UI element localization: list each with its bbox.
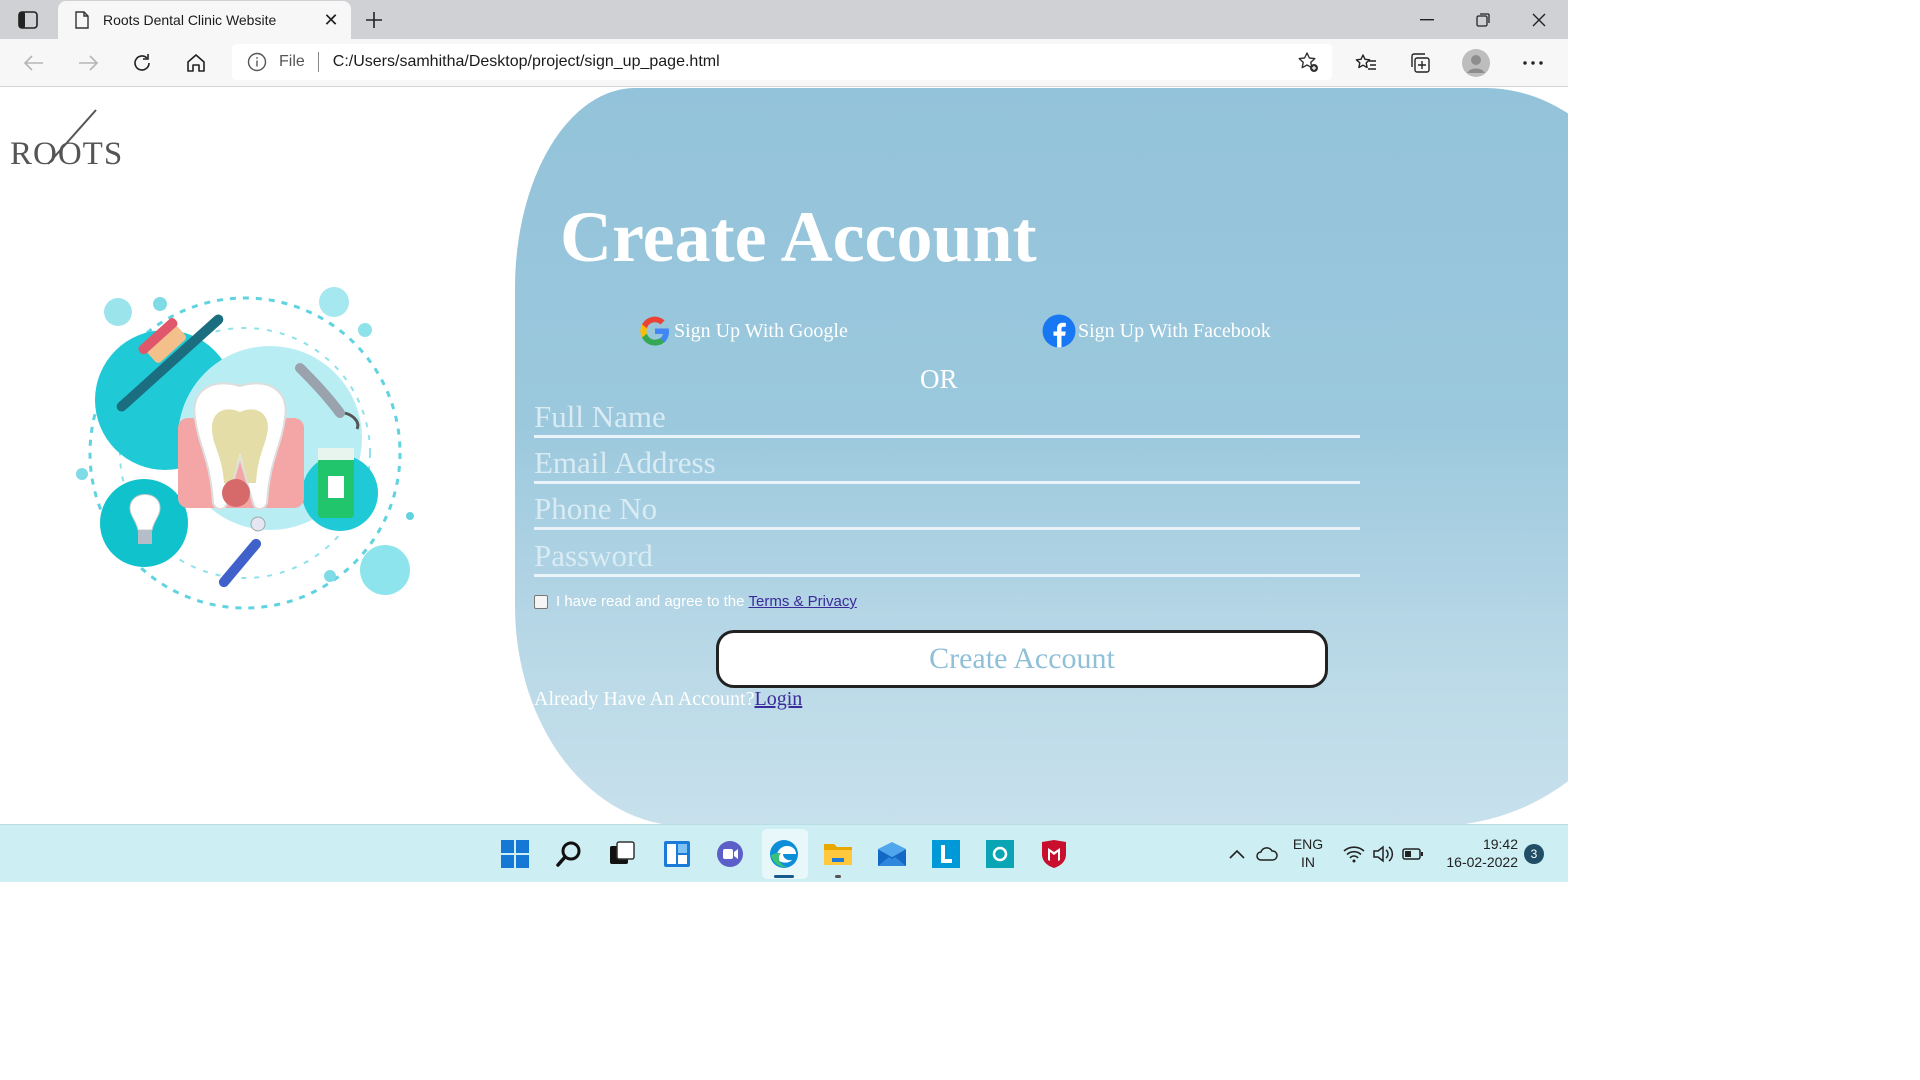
onedrive-icon[interactable]	[1256, 825, 1278, 883]
clock[interactable]: 19:42 16-02-2022	[1436, 835, 1518, 871]
clock-date: 16-02-2022	[1446, 854, 1518, 870]
login-prompt: Already Have An Account?Login	[534, 688, 802, 711]
restore-icon[interactable]	[1455, 0, 1511, 39]
facebook-signup-button[interactable]: Sign Up With Facebook	[1042, 314, 1271, 348]
google-signup-label: Sign Up With Google	[674, 319, 848, 342]
language-indicator[interactable]: ENG IN	[1290, 835, 1326, 871]
tab-actions-icon[interactable]	[12, 8, 44, 32]
roots-logo: ROOTS	[8, 106, 138, 176]
page-content: ROOTS Create Account Sign Up With Google…	[0, 88, 1568, 824]
terms-checkbox[interactable]	[534, 594, 548, 609]
google-signup-button[interactable]: Sign Up With Google	[638, 314, 848, 348]
already-account-text: Already Have An Account?	[534, 688, 755, 710]
tab-close-icon[interactable]: ✕	[319, 8, 343, 32]
profile-avatar-icon[interactable]	[1460, 47, 1492, 79]
new-tab-icon[interactable]	[360, 6, 388, 34]
minimize-icon[interactable]	[1399, 0, 1455, 39]
chat-icon[interactable]	[713, 837, 747, 871]
address-bar[interactable]: File C:/Users/samhitha/Desktop/project/s…	[232, 44, 1332, 80]
task-view-icon[interactable]	[605, 837, 639, 871]
back-icon[interactable]	[18, 47, 50, 79]
phone-field[interactable]	[534, 490, 1360, 530]
terms-agreement: I have read and agree to the Terms & Pri…	[534, 593, 857, 610]
close-window-icon[interactable]	[1511, 0, 1567, 39]
battery-icon[interactable]	[1402, 825, 1424, 883]
password-field[interactable]	[534, 537, 1360, 577]
forward-icon[interactable]	[72, 47, 104, 79]
browser-tab[interactable]: Roots Dental Clinic Website ✕	[58, 1, 351, 39]
o-app-icon[interactable]	[983, 837, 1017, 871]
terms-privacy-link[interactable]: Terms & Privacy	[748, 593, 856, 610]
address-separator	[317, 52, 319, 72]
add-favorite-icon[interactable]	[1296, 50, 1320, 74]
facebook-signup-label: Sign Up With Facebook	[1078, 319, 1271, 342]
or-divider: OR	[920, 364, 958, 394]
notification-badge[interactable]: 3	[1524, 844, 1544, 864]
terms-text: I have read and agree to the	[556, 593, 745, 610]
l-app-icon[interactable]	[929, 837, 963, 871]
address-bar-row: File C:/Users/samhitha/Desktop/project/s…	[0, 39, 1568, 87]
show-hidden-icons-icon[interactable]	[1228, 825, 1246, 883]
page-icon	[75, 11, 89, 29]
browser-tab-strip: Roots Dental Clinic Website ✕	[0, 0, 1568, 39]
mail-icon[interactable]	[875, 837, 909, 871]
search-icon[interactable]	[552, 837, 586, 871]
create-account-button[interactable]: Create Account	[716, 630, 1328, 688]
widgets-icon[interactable]	[660, 837, 694, 871]
full-name-field[interactable]	[534, 398, 1360, 438]
google-icon	[640, 316, 669, 346]
language-code: ENG	[1292, 836, 1324, 852]
address-url[interactable]: C:/Users/samhitha/Desktop/project/sign_u…	[333, 53, 720, 71]
mcafee-icon[interactable]	[1037, 837, 1071, 871]
windows-start-icon[interactable]	[498, 837, 532, 871]
more-options-icon[interactable]	[1517, 47, 1549, 79]
region-code: IN	[1301, 854, 1315, 870]
tab-title: Roots Dental Clinic Website	[103, 12, 277, 28]
home-icon[interactable]	[180, 47, 212, 79]
wifi-icon[interactable]	[1343, 825, 1365, 883]
facebook-icon	[1042, 314, 1076, 348]
logo-text: ROOTS	[10, 136, 124, 172]
login-link[interactable]: Login	[754, 688, 802, 710]
edge-icon[interactable]	[767, 837, 801, 871]
taskbar: ENG IN 19:42 16-02-2022 3	[0, 824, 1568, 882]
dental-illustration	[76, 287, 414, 610]
explorer-running-indicator	[835, 875, 841, 878]
email-field[interactable]	[534, 444, 1360, 484]
address-scheme: File	[279, 53, 305, 70]
favorites-icon[interactable]	[1350, 47, 1382, 79]
page-title: Create Account	[560, 197, 1037, 277]
volume-icon[interactable]	[1372, 825, 1394, 883]
refresh-icon[interactable]	[126, 47, 158, 79]
clock-time: 19:42	[1482, 836, 1518, 852]
collections-icon[interactable]	[1404, 47, 1436, 79]
file-explorer-icon[interactable]	[821, 837, 855, 871]
info-icon[interactable]	[247, 52, 267, 72]
edge-running-indicator	[774, 875, 794, 878]
